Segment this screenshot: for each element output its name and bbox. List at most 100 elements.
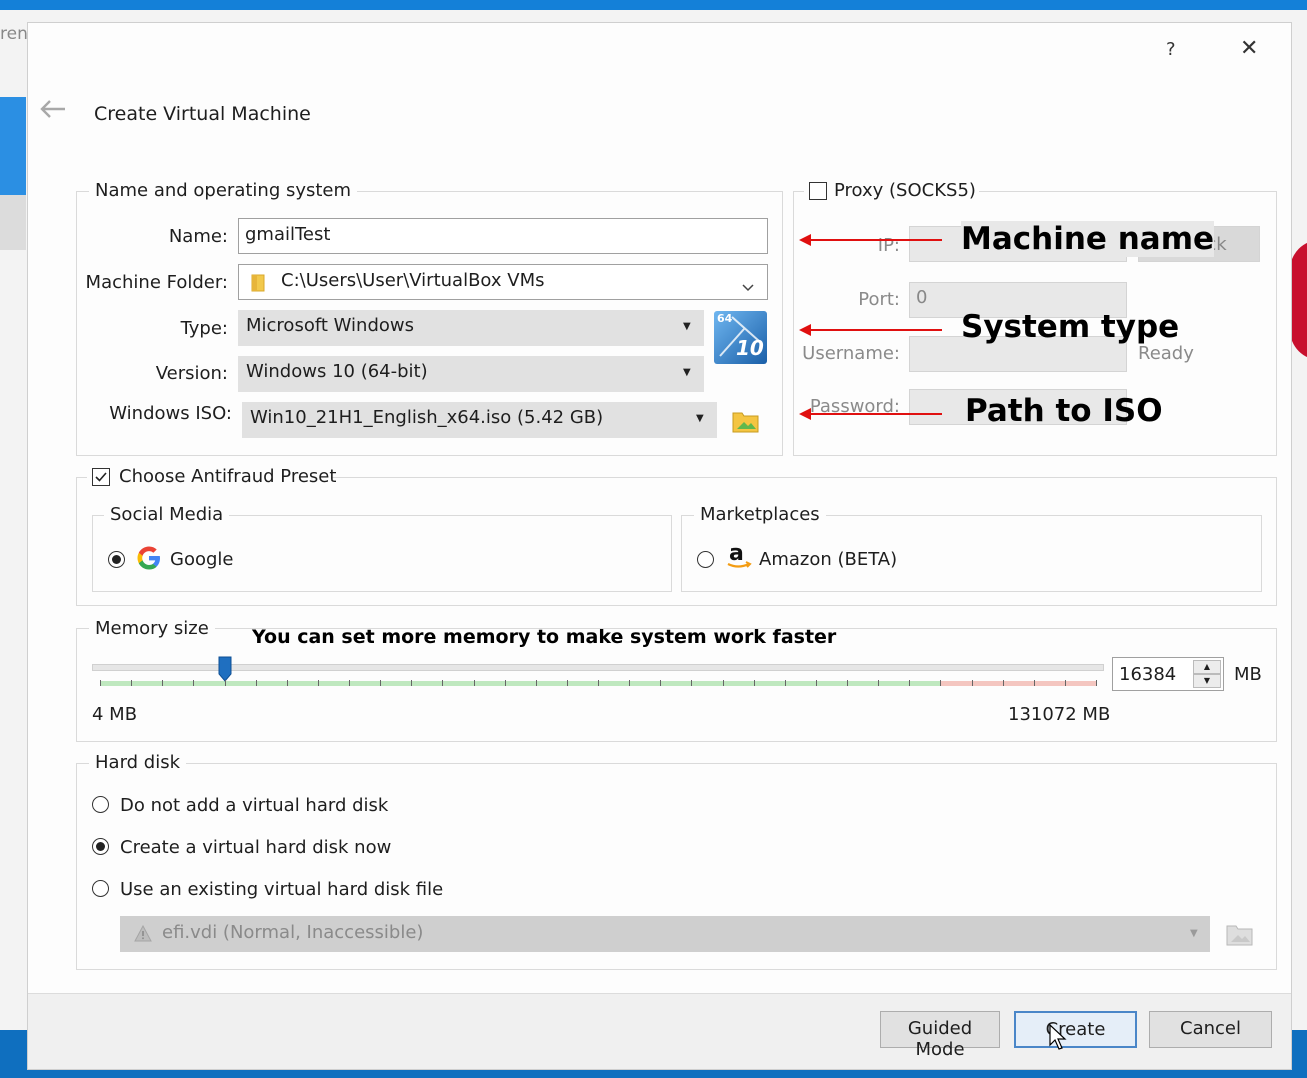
existing-disk-label: Use an existing virtual hard disk file	[120, 879, 444, 900]
iso-dropdown-arrow-icon: ▼	[696, 413, 704, 424]
memory-slider-track[interactable]	[92, 664, 1104, 671]
footer-divider	[28, 993, 1291, 994]
windows-10-os-icon: 64 10	[714, 311, 767, 364]
annotation-arrow-head-name	[799, 234, 811, 246]
proxy-port-label: Port:	[858, 289, 900, 310]
amazon-label: Amazon (BETA)	[759, 549, 898, 570]
back-arrow-icon[interactable]	[40, 97, 66, 125]
background-sidebar-selected	[0, 97, 26, 195]
google-icon	[135, 544, 163, 576]
slider-tick	[504, 680, 506, 686]
slider-tick	[535, 680, 537, 686]
slider-tick	[411, 680, 413, 686]
version-select[interactable]: Windows 10 (64-bit)	[238, 356, 704, 392]
memory-value: 16384	[1119, 664, 1177, 685]
memory-max-label: 131072 MB	[1008, 704, 1111, 725]
cancel-button[interactable]: Cancel	[1149, 1011, 1272, 1048]
slider-tick	[317, 680, 319, 686]
windows-iso-select[interactable]: Win10_21H1_English_x64.iso (5.42 GB)	[242, 402, 717, 438]
dialog-title: Create Virtual Machine	[94, 103, 311, 125]
mouse-cursor-icon	[1048, 1023, 1068, 1055]
help-button[interactable]: ?	[1166, 39, 1176, 60]
slider-tick	[909, 680, 911, 686]
slider-tick	[131, 680, 133, 686]
memory-unit: MB	[1234, 664, 1262, 685]
browse-iso-folder-icon[interactable]	[731, 407, 761, 439]
memory-spin-up-icon[interactable]: ▲	[1193, 660, 1221, 674]
annotation-arrow-line-type	[810, 329, 942, 331]
slider-tick	[815, 680, 817, 686]
slider-tick	[1064, 680, 1066, 686]
slider-tick	[162, 680, 164, 686]
proxy-checkbox-label: Proxy (SOCKS5)	[834, 180, 976, 201]
slider-tick	[940, 680, 942, 686]
slider-tick	[598, 680, 599, 686]
proxy-status: Ready	[1138, 343, 1194, 364]
folder-icon	[250, 273, 268, 297]
background-red-shape	[1290, 240, 1307, 360]
slider-tick	[224, 680, 226, 686]
slider-tick	[660, 680, 662, 686]
slider-tick	[349, 680, 350, 686]
type-label: Type:	[180, 318, 228, 339]
slider-tick	[473, 680, 475, 686]
type-value: Microsoft Windows	[246, 315, 414, 336]
slider-tick	[878, 680, 880, 686]
slider-tick	[380, 680, 382, 686]
slider-tick	[193, 680, 195, 686]
slider-tick	[286, 680, 288, 686]
windows-iso-label: Windows ISO:	[109, 403, 232, 424]
create-disk-label: Create a virtual hard disk now	[120, 837, 392, 858]
name-label: Name:	[168, 226, 228, 247]
name-input[interactable]: gmailTest	[238, 218, 768, 254]
background-text: ren	[0, 24, 28, 44]
annotation-system-type: System type	[961, 309, 1180, 345]
slider-tick	[753, 680, 755, 686]
antifraud-checkbox[interactable]	[92, 468, 110, 486]
proxy-username-label: Username:	[802, 343, 900, 364]
type-select[interactable]: Microsoft Windows	[238, 310, 704, 346]
proxy-checkbox[interactable]	[809, 182, 827, 200]
annotation-arrow-line-name	[810, 239, 942, 241]
slider-tick	[722, 680, 724, 686]
create-button[interactable]: Create	[1014, 1011, 1137, 1048]
antifraud-checkbox-label: Choose Antifraud Preset	[119, 466, 337, 487]
create-vm-dialog: ? ✕ Create Virtual Machine Name and oper…	[27, 22, 1292, 1070]
memory-min-label: 4 MB	[92, 704, 138, 725]
slider-tick	[566, 680, 568, 686]
machine-folder-select[interactable]: C:\Users\User\VirtualBox VMs	[238, 264, 768, 300]
version-label: Version:	[155, 363, 228, 384]
memory-legend: Memory size	[89, 618, 215, 639]
guided-mode-button[interactable]: Guided Mode	[880, 1011, 1000, 1060]
slider-tick	[1002, 680, 1004, 686]
annotation-path-to-iso: Path to ISO	[965, 393, 1163, 429]
browse-disk-folder-icon[interactable]	[1225, 920, 1255, 952]
type-dropdown-arrow-icon: ▼	[683, 321, 691, 332]
existing-disk-radio[interactable]	[92, 880, 109, 897]
slider-tick	[255, 680, 257, 686]
svg-text:a: a	[729, 541, 744, 566]
version-dropdown-arrow-icon: ▼	[683, 367, 691, 378]
machine-folder-value: C:\Users\User\VirtualBox VMs	[281, 270, 545, 291]
create-disk-radio[interactable]	[92, 838, 109, 855]
chevron-down-icon[interactable]	[742, 277, 754, 296]
memory-spinbox[interactable]: 16384 ▲ ▼	[1112, 657, 1224, 691]
slider-tick	[971, 680, 973, 686]
version-value: Windows 10 (64-bit)	[246, 361, 428, 382]
slider-tick	[1096, 680, 1097, 686]
annotation-machine-name: Machine name	[961, 221, 1215, 257]
memory-spin-down-icon[interactable]: ▼	[1193, 674, 1221, 688]
close-icon[interactable]: ✕	[1240, 36, 1258, 61]
machine-folder-label: Machine Folder:	[85, 272, 228, 293]
hard-disk-legend: Hard disk	[89, 752, 187, 773]
amazon-radio[interactable]	[697, 551, 714, 568]
annotation-arrow-head-type	[799, 324, 811, 336]
no-disk-radio[interactable]	[92, 796, 109, 813]
google-radio[interactable]	[108, 551, 125, 568]
existing-disk-select[interactable]: efi.vdi (Normal, Inaccessible)	[120, 916, 1210, 952]
background-top-bar	[0, 0, 1307, 10]
background-sidebar-item	[0, 195, 26, 250]
amazon-icon: a	[726, 539, 752, 575]
memory-slider-danger-zone	[940, 681, 1096, 686]
name-os-legend: Name and operating system	[89, 180, 358, 201]
